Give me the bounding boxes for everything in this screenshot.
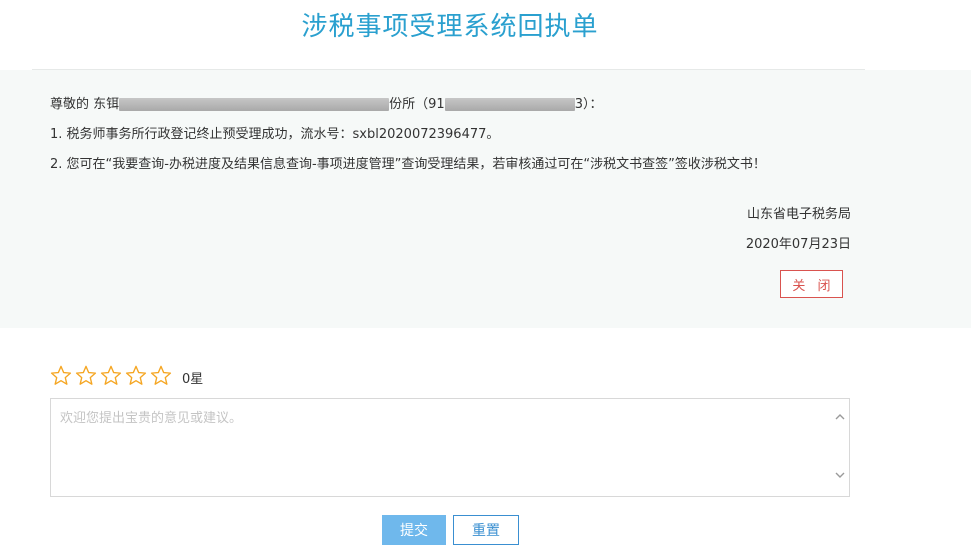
reset-button[interactable]: 重置	[453, 515, 519, 545]
issue-date: 2020年07月23日	[745, 237, 851, 252]
issuer-name: 山东省电子税务局	[746, 207, 851, 222]
submit-button[interactable]: 提交	[382, 515, 446, 545]
greeting-line: 尊敬的 东铒 份所（91 3）：	[50, 93, 602, 112]
star-icon[interactable]	[100, 365, 125, 387]
close-button[interactable]: 关 闭	[780, 270, 843, 298]
rating-label: 0星	[182, 372, 204, 387]
divider	[32, 69, 865, 70]
scroll-down-icon[interactable]	[835, 471, 845, 481]
message-line-1: 1. 税务师事务所行政登记终止预受理成功，流水号：sxbl20200723964…	[50, 127, 500, 142]
star-icon[interactable]	[125, 365, 150, 387]
message-line-2: 2. 您可在“我要查询-办税进度及结果信息查询-事项进度管理”查询受理结果，若审…	[50, 157, 766, 172]
page-title: 涉税事项受理系统回执单	[301, 12, 599, 42]
redacted-name	[119, 98, 390, 111]
star-icon[interactable]	[150, 365, 175, 387]
scroll-up-icon[interactable]	[835, 413, 845, 423]
greeting-prefix: 尊敬的 东铒	[50, 97, 120, 112]
star-icon[interactable]	[75, 365, 100, 387]
star-icon[interactable]	[50, 365, 75, 387]
greeting-mid: 份所（91	[389, 97, 445, 112]
feedback-textarea[interactable]	[51, 399, 831, 494]
feedback-box	[50, 398, 850, 497]
feedback-scrollbar[interactable]	[831, 399, 849, 496]
redacted-credit-code	[444, 98, 575, 111]
greeting-tail: 3）：	[574, 97, 603, 112]
star-rating: 0星	[50, 365, 203, 390]
stars-container	[50, 365, 175, 390]
